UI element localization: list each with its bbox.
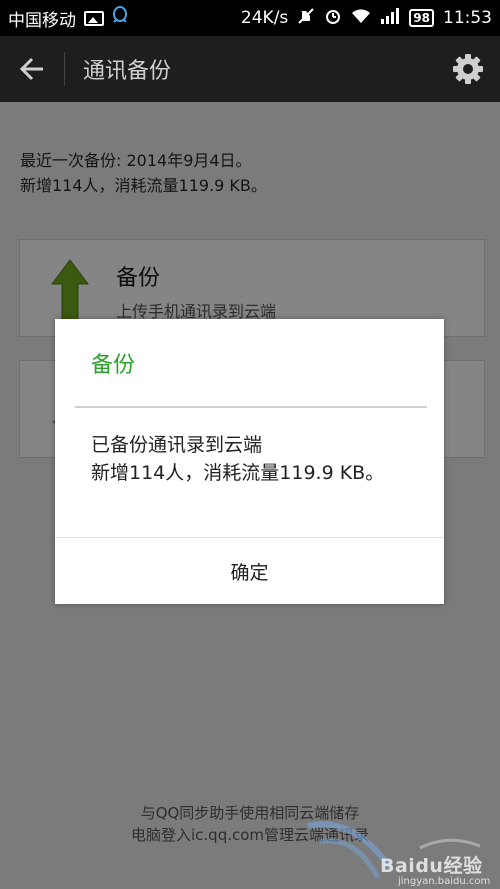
dialog-message: 已备份通讯录到云端 新增114人，消耗流量119.9 KB。 (91, 434, 385, 484)
back-arrow-icon (19, 57, 43, 81)
backup-info: 最近一次备份: 2014年9月4日。 新增114人，消耗流量119.9 KB。 (20, 148, 267, 198)
carrier-label: 中国移动 (8, 10, 76, 31)
network-speed: 24K/s (240, 8, 289, 28)
last-backup-text: 最近一次备份: 2014年9月4日。 (20, 151, 252, 170)
app-bar-divider (64, 52, 65, 86)
dialog-title-divider (75, 406, 427, 408)
status-bar: 中国移动 24K/s 98 11:53 (0, 0, 500, 36)
watermark-url: jingyan.baidu.com (398, 876, 491, 887)
backup-summary-text: 新增114人，消耗流量119.9 KB。 (20, 176, 267, 195)
image-notification-icon (84, 10, 104, 26)
dialog-title: 备份 (91, 353, 136, 378)
gear-icon (453, 54, 483, 84)
wifi-icon (351, 8, 371, 29)
back-button[interactable] (0, 36, 64, 102)
mute-icon (297, 7, 315, 30)
backup-card-title: 备份 (116, 266, 161, 291)
signal-icon (380, 7, 400, 29)
battery-indicator: 98 (409, 9, 434, 27)
app-bar: 通讯备份 (0, 36, 500, 102)
ok-button[interactable]: 确定 (55, 538, 444, 604)
settings-button[interactable] (436, 36, 500, 102)
qq-notification-icon (112, 5, 128, 31)
backup-complete-dialog: 备份 已备份通讯录到云端 新增114人，消耗流量119.9 KB。 确定 (55, 319, 444, 604)
page-title: 通讯备份 (83, 59, 172, 84)
alarm-icon (324, 7, 342, 30)
clock: 11:53 (443, 8, 492, 28)
watermark-brand: Baidu经验 (380, 855, 483, 877)
upload-arrow-icon (51, 259, 89, 321)
baidu-watermark: Baidu经验 jingyan.baidu.com (300, 808, 500, 889)
